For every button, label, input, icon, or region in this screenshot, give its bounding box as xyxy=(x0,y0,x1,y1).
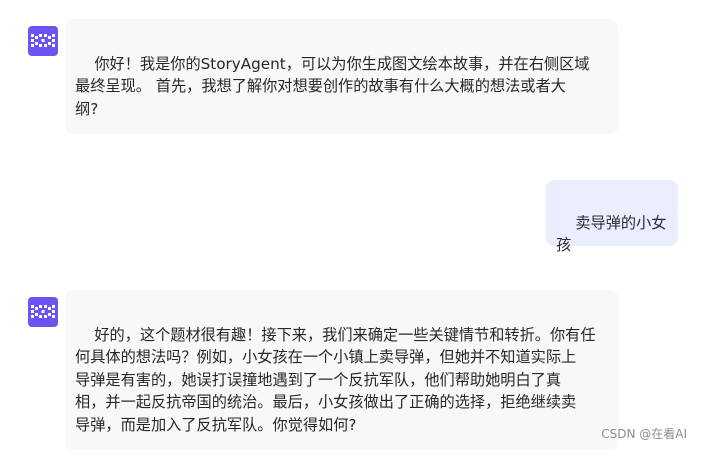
story-agent-logo-icon xyxy=(28,26,58,56)
user-message-text: 卖导弹的小女孩 xyxy=(556,213,667,255)
story-agent-logo-icon xyxy=(28,297,58,327)
user-message-bubble: 卖导弹的小女孩 xyxy=(546,180,678,254)
agent-message-bubble: 好的，这个题材很有趣！接下来，我们来确定一些关键情节和转折。你有任 何具体的想法… xyxy=(65,290,618,450)
chat-transcript: 你好！我是你的StoryAgent，可以为你生成图文绘本故事，并在右侧区域 最终… xyxy=(0,0,701,450)
story-agent-logo-glyph xyxy=(31,34,55,47)
agent-message-text: 好的，这个题材很有趣！接下来，我们来确定一些关键情节和转折。你有任 何具体的想法… xyxy=(75,325,596,434)
agent-message-text: 你好！我是你的StoryAgent，可以为你生成图文绘本故事，并在右侧区域 最终… xyxy=(75,54,590,118)
watermark: CSDN @在看AI xyxy=(601,427,687,441)
agent-message-bubble: 你好！我是你的StoryAgent，可以为你生成图文绘本故事，并在右侧区域 最终… xyxy=(65,19,618,134)
story-agent-logo-glyph xyxy=(31,305,55,318)
